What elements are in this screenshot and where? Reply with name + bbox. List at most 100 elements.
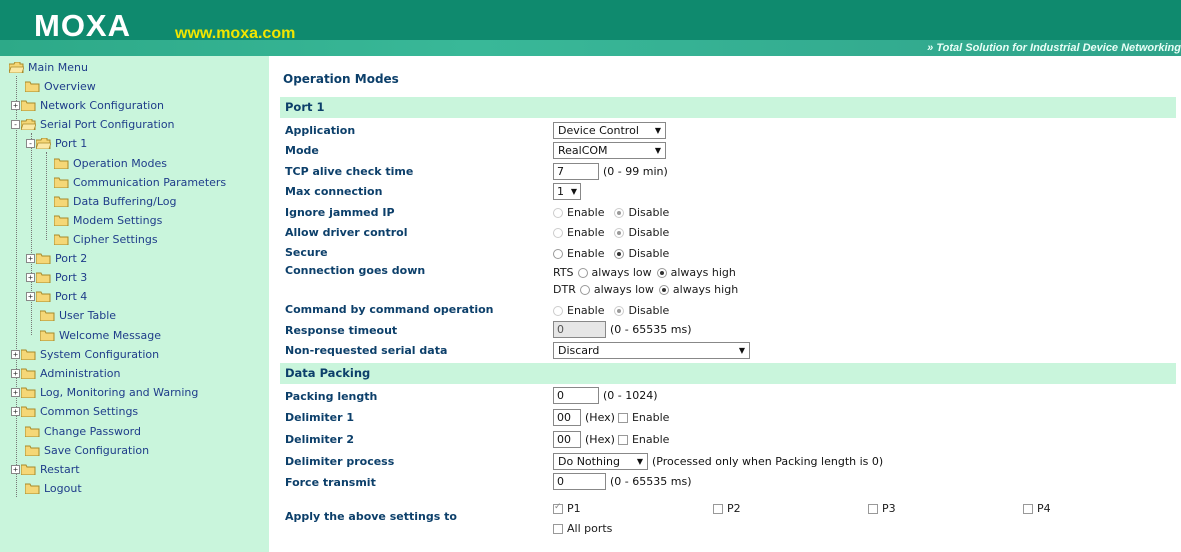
sidebar-item-port-4[interactable]: + Port 4 — [26, 287, 87, 305]
folder-icon — [21, 100, 36, 111]
delimiter-2-label: Delimiter 2 — [285, 433, 354, 446]
p2-checkbox[interactable] — [713, 503, 723, 514]
sidebar-item-common-settings[interactable]: + Common Settings — [11, 402, 138, 420]
response-timeout-input[interactable]: 0 — [553, 321, 606, 338]
sidebar-item-operation-modes[interactable]: Operation Modes — [54, 154, 167, 172]
sidebar-item-restart[interactable]: + Restart — [11, 460, 80, 478]
expand-icon[interactable]: + — [26, 291, 35, 301]
delimiter-1-input[interactable]: 00 — [553, 409, 581, 426]
tcp-alive-hint: (0 - 99 min) — [603, 165, 668, 178]
sidebar-item-user-table[interactable]: User Table — [40, 306, 116, 324]
application-select[interactable]: Device Control ▼ — [553, 122, 666, 139]
disable-label: Disable — [628, 206, 670, 219]
rts-always-high-radio[interactable] — [656, 267, 667, 278]
enable-label: Enable — [567, 247, 605, 260]
sidebar-item-change-password[interactable]: Change Password — [25, 422, 141, 440]
always-low-label: always low — [591, 266, 652, 279]
sidebar-item-label: Common Settings — [40, 404, 139, 418]
sidebar-item-network-configuration[interactable]: + Network Configuration — [11, 96, 164, 114]
non-requested-select[interactable]: Discard ▼ — [553, 342, 750, 359]
sidebar-item-port-2[interactable]: + Port 2 — [26, 249, 87, 267]
sidebar-item-save-configuration[interactable]: Save Configuration — [25, 441, 149, 459]
sidebar-item-overview[interactable]: Overview — [25, 77, 96, 95]
delimiter-1-label: Delimiter 1 — [285, 411, 354, 424]
cmd-by-cmd-enable-radio[interactable] — [553, 305, 563, 316]
all-ports-checkbox[interactable] — [553, 523, 563, 534]
ignore-jammed-enable-radio[interactable] — [553, 207, 563, 218]
folder-icon — [21, 349, 36, 360]
folder-icon — [25, 426, 40, 437]
folder-icon — [21, 368, 36, 379]
collapse-icon[interactable]: - — [11, 119, 20, 129]
ignore-jammed-disable-radio[interactable] — [614, 207, 625, 218]
tcp-alive-label: TCP alive check time — [285, 165, 414, 178]
allow-driver-disable-radio[interactable] — [614, 227, 625, 238]
force-transmit-input[interactable]: 0 — [553, 473, 606, 490]
folder-icon — [36, 272, 51, 283]
collapse-icon[interactable]: - — [26, 138, 35, 148]
folder-icon — [40, 330, 55, 341]
allow-driver-enable-radio[interactable] — [553, 227, 563, 238]
chevron-down-icon: ▼ — [636, 457, 643, 466]
expand-icon[interactable]: + — [11, 100, 20, 110]
sidebar-item-log-monitoring-warning[interactable]: + Log, Monitoring and Warning — [11, 383, 198, 401]
sidebar-item-label: Modem Settings — [73, 213, 163, 227]
rts-always-low-radio[interactable] — [577, 267, 588, 278]
expand-icon[interactable]: + — [26, 272, 35, 282]
sidebar-item-cipher-settings[interactable]: Cipher Settings — [54, 230, 158, 248]
expand-icon[interactable]: + — [11, 406, 20, 416]
expand-icon[interactable]: + — [26, 253, 35, 263]
application-label: Application — [285, 124, 356, 137]
delimiter-process-select[interactable]: Do Nothing ▼ — [553, 453, 648, 470]
sidebar-item-label: Serial Port Configuration — [40, 117, 175, 131]
delimiter-process-label: Delimiter process — [285, 455, 395, 468]
p3-checkbox[interactable] — [868, 503, 878, 514]
response-timeout-hint: (0 - 65535 ms) — [610, 323, 692, 336]
sidebar-item-administration[interactable]: + Administration — [11, 364, 121, 382]
expand-icon[interactable]: + — [11, 464, 20, 474]
packing-length-input[interactable]: 0 — [553, 387, 599, 404]
always-high-label: always high — [672, 283, 739, 296]
dtr-always-high-radio[interactable] — [658, 284, 669, 295]
sidebar-item-serial-port-configuration[interactable]: - Serial Port Configuration — [11, 115, 175, 133]
sidebar-item-port-1[interactable]: - Port 1 — [26, 134, 87, 152]
p4-checkbox[interactable] — [1023, 503, 1033, 514]
delimiter-1-enable-checkbox[interactable] — [617, 412, 628, 423]
sidebar-item-welcome-message[interactable]: Welcome Message — [40, 326, 161, 344]
rts-label: RTS — [553, 266, 574, 279]
header-banner: MOXA www.moxa.com » Total Solution for I… — [0, 0, 1181, 56]
mode-label: Mode — [285, 144, 319, 157]
expand-icon[interactable]: + — [11, 349, 20, 359]
enable-label: Enable — [567, 226, 605, 239]
sidebar-item-label: Port 1 — [55, 136, 88, 150]
expand-icon[interactable]: + — [11, 368, 20, 378]
p4-label: P4 — [1037, 502, 1051, 515]
dtr-always-low-radio[interactable] — [579, 284, 590, 295]
mode-select[interactable]: RealCOM ▼ — [553, 142, 666, 159]
folder-icon — [25, 445, 40, 456]
sidebar-item-communication-parameters[interactable]: Communication Parameters — [54, 173, 226, 191]
sidebar-item-label: Administration — [40, 366, 121, 380]
tcp-alive-input[interactable]: 7 — [553, 163, 599, 180]
sidebar-item-system-configuration[interactable]: + System Configuration — [11, 345, 159, 363]
max-connection-select[interactable]: 1 ▼ — [553, 183, 581, 200]
sidebar-item-port-3[interactable]: + Port 3 — [26, 268, 87, 286]
enable-label: Enable — [567, 304, 605, 317]
delimiter-2-input[interactable]: 00 — [553, 431, 581, 448]
header-tagline: » Total Solution for Industrial Device N… — [927, 42, 1181, 54]
cmd-by-cmd-disable-radio[interactable] — [614, 305, 625, 316]
sidebar-item-data-buffering-log[interactable]: Data Buffering/Log — [54, 192, 177, 210]
expand-icon[interactable]: + — [11, 387, 20, 397]
sidebar-item-label: Logout — [44, 481, 82, 495]
folder-icon — [54, 177, 69, 188]
moxa-logo[interactable]: MOXA — [34, 9, 131, 43]
sidebar-item-modem-settings[interactable]: Modem Settings — [54, 211, 162, 229]
sidebar-item-main-menu[interactable]: Main Menu — [9, 58, 88, 76]
secure-disable-radio[interactable] — [614, 248, 625, 259]
p1-checkbox[interactable] — [553, 502, 563, 514]
secure-enable-radio[interactable] — [553, 248, 563, 259]
delimiter-2-enable-checkbox[interactable] — [617, 434, 628, 445]
sidebar-item-logout[interactable]: Logout — [25, 479, 82, 497]
enable-label: Enable — [567, 206, 605, 219]
enable-label: Enable — [631, 411, 670, 424]
